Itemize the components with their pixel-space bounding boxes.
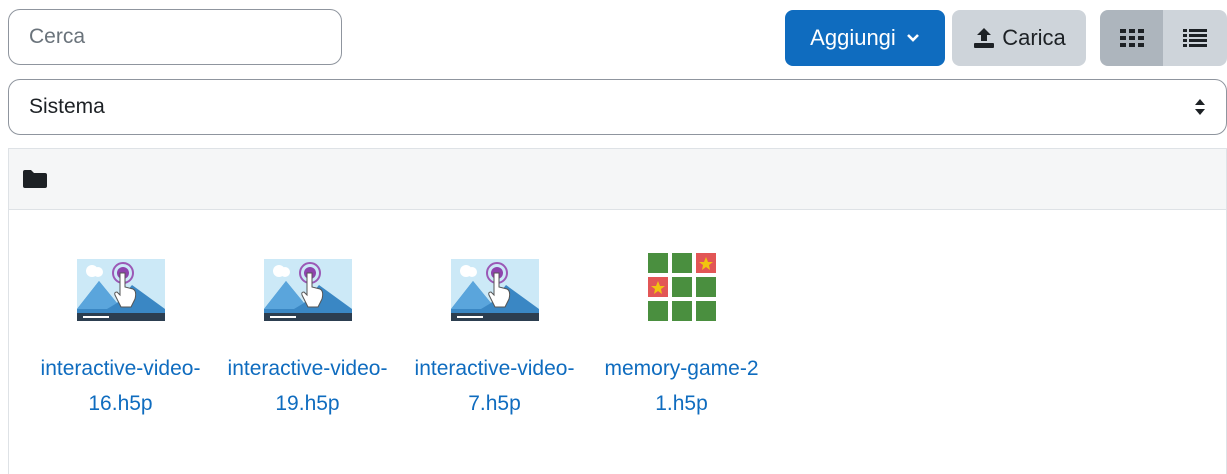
interactive-video-icon <box>263 259 352 321</box>
upload-button[interactable]: Carica <box>952 10 1086 66</box>
file-browser-panel: interactive-video-16.h5p interactive-vid… <box>8 148 1227 474</box>
list-view-button[interactable] <box>1163 10 1227 66</box>
file-thumbnail[interactable] <box>76 241 165 321</box>
file-name[interactable]: interactive-video-19.h5p <box>228 351 388 421</box>
grid-icon <box>1119 29 1144 47</box>
search-input[interactable] <box>8 9 342 65</box>
interactive-video-icon <box>76 259 165 321</box>
folder-icon[interactable] <box>23 169 47 189</box>
file-thumbnail[interactable] <box>263 241 352 321</box>
repository-select-value: Sistema <box>29 95 105 118</box>
sort-caret-icon <box>1195 99 1205 115</box>
file-item[interactable]: interactive-video-19.h5p <box>214 241 401 421</box>
breadcrumb <box>9 149 1226 210</box>
file-item[interactable]: interactive-video-7.h5p <box>401 241 588 421</box>
add-button[interactable]: Aggiungi <box>785 10 945 66</box>
add-button-label: Aggiungi <box>810 25 896 50</box>
file-name[interactable]: interactive-video-7.h5p <box>415 351 575 421</box>
file-item[interactable]: interactive-video-16.h5p <box>27 241 214 421</box>
memory-game-icon <box>647 253 716 321</box>
file-list: interactive-video-16.h5p interactive-vid… <box>27 241 775 421</box>
upload-button-label: Carica <box>1002 25 1066 50</box>
grid-view-button[interactable] <box>1100 10 1163 66</box>
repository-select[interactable]: Sistema <box>8 79 1227 135</box>
interactive-video-icon <box>450 259 539 321</box>
upload-icon <box>974 28 995 48</box>
file-thumbnail[interactable] <box>450 241 539 321</box>
list-icon <box>1183 29 1207 47</box>
chevron-down-icon <box>906 34 919 42</box>
file-name[interactable]: memory-game-21.h5p <box>602 351 762 421</box>
file-item[interactable]: memory-game-21.h5p <box>588 241 775 421</box>
file-thumbnail[interactable] <box>647 241 716 321</box>
file-name[interactable]: interactive-video-16.h5p <box>41 351 201 421</box>
